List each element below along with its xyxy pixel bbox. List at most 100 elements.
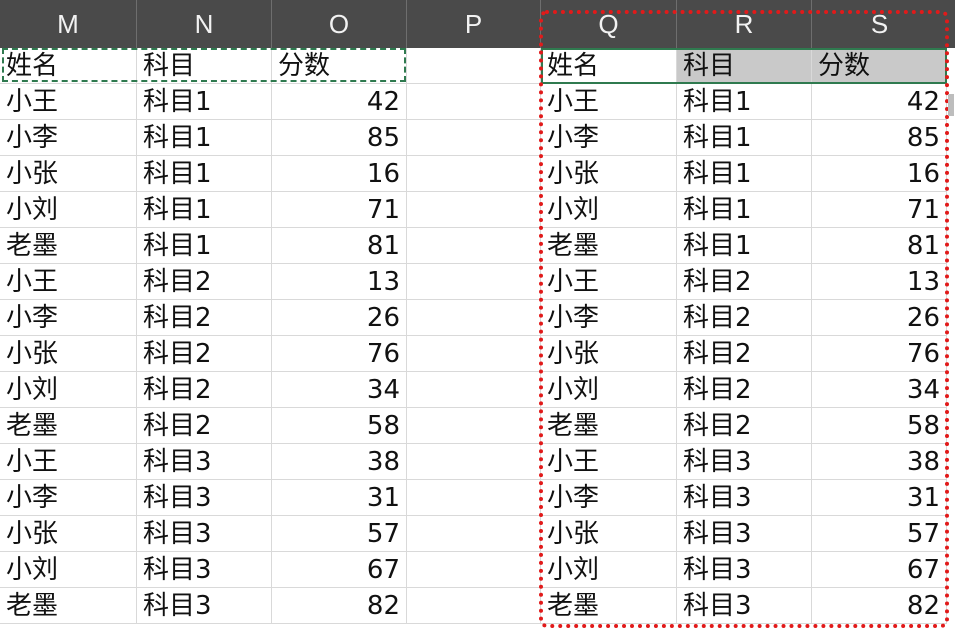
cell-subject[interactable]: 科目3 xyxy=(137,444,272,480)
cell-score[interactable]: 82 xyxy=(812,588,947,624)
cell-name[interactable]: 小王 xyxy=(0,444,137,480)
cell-name[interactable]: 小王 xyxy=(541,264,677,300)
cell-name[interactable]: 小刘 xyxy=(0,552,137,588)
cell-name[interactable]: 小李 xyxy=(541,480,677,516)
cell-subject[interactable]: 科目2 xyxy=(677,336,812,372)
cell-empty[interactable] xyxy=(407,84,541,120)
cell-score[interactable]: 67 xyxy=(812,552,947,588)
cell-score[interactable]: 31 xyxy=(272,480,407,516)
cell-score[interactable]: 34 xyxy=(812,372,947,408)
cell-empty[interactable] xyxy=(407,156,541,192)
cell-empty[interactable] xyxy=(407,480,541,516)
cell-score[interactable]: 13 xyxy=(812,264,947,300)
cell-subject[interactable]: 科目1 xyxy=(137,192,272,228)
cell-name[interactable]: 老墨 xyxy=(541,228,677,264)
cell-score[interactable]: 76 xyxy=(272,336,407,372)
cell-score[interactable]: 38 xyxy=(812,444,947,480)
cell-subject[interactable]: 科目1 xyxy=(677,228,812,264)
cell-name[interactable]: 小张 xyxy=(0,336,137,372)
cell-subject[interactable]: 科目2 xyxy=(677,372,812,408)
cell-score[interactable]: 26 xyxy=(812,300,947,336)
cell-name[interactable]: 小王 xyxy=(541,84,677,120)
cell-score[interactable]: 26 xyxy=(272,300,407,336)
cell-score[interactable]: 71 xyxy=(272,192,407,228)
cell-name[interactable]: 小刘 xyxy=(541,552,677,588)
cell-subject[interactable]: 科目2 xyxy=(677,408,812,444)
cell-header-name[interactable]: 姓名 xyxy=(541,48,677,84)
cell-subject[interactable]: 科目3 xyxy=(137,516,272,552)
cell-score[interactable]: 82 xyxy=(272,588,407,624)
cell-score[interactable]: 76 xyxy=(812,336,947,372)
cell-score[interactable]: 81 xyxy=(272,228,407,264)
cell-empty[interactable] xyxy=(407,516,541,552)
column-header-s[interactable]: S xyxy=(812,0,947,48)
cell-subject[interactable]: 科目2 xyxy=(137,408,272,444)
cell-score[interactable]: 42 xyxy=(812,84,947,120)
cell-name[interactable]: 小刘 xyxy=(0,192,137,228)
cell-name[interactable]: 小李 xyxy=(0,480,137,516)
cell-subject[interactable]: 科目3 xyxy=(677,516,812,552)
column-header-m[interactable]: M xyxy=(0,0,137,48)
cell-name[interactable]: 小刘 xyxy=(541,372,677,408)
cell-score[interactable]: 57 xyxy=(812,516,947,552)
cell-score[interactable]: 16 xyxy=(272,156,407,192)
cell-empty[interactable] xyxy=(407,300,541,336)
cell-subject[interactable]: 科目3 xyxy=(677,588,812,624)
cell-subject[interactable]: 科目1 xyxy=(677,120,812,156)
cell-subject[interactable]: 科目2 xyxy=(677,300,812,336)
cell-name[interactable]: 小李 xyxy=(0,300,137,336)
cell-name[interactable]: 老墨 xyxy=(541,408,677,444)
cell-score[interactable]: 58 xyxy=(812,408,947,444)
cell-empty[interactable] xyxy=(407,372,541,408)
column-header-p[interactable]: P xyxy=(407,0,541,48)
cell-empty[interactable] xyxy=(407,120,541,156)
cell-subject[interactable]: 科目1 xyxy=(137,156,272,192)
cell-empty[interactable] xyxy=(407,48,541,84)
cell-name[interactable]: 小刘 xyxy=(541,192,677,228)
cell-name[interactable]: 小张 xyxy=(541,516,677,552)
cell-name[interactable]: 老墨 xyxy=(0,408,137,444)
cell-score[interactable]: 57 xyxy=(272,516,407,552)
cell-header-name[interactable]: 姓名 xyxy=(0,48,137,84)
cell-name[interactable]: 小李 xyxy=(541,300,677,336)
cell-score[interactable]: 85 xyxy=(812,120,947,156)
cell-subject[interactable]: 科目2 xyxy=(137,264,272,300)
cell-header-score[interactable]: 分数 xyxy=(812,48,947,84)
cell-empty[interactable] xyxy=(407,192,541,228)
cell-score[interactable]: 81 xyxy=(812,228,947,264)
cell-subject[interactable]: 科目2 xyxy=(677,264,812,300)
cell-subject[interactable]: 科目3 xyxy=(677,444,812,480)
cell-subject[interactable]: 科目3 xyxy=(137,480,272,516)
cell-subject[interactable]: 科目1 xyxy=(677,192,812,228)
scrollbar-handle[interactable] xyxy=(948,94,954,116)
cell-score[interactable]: 85 xyxy=(272,120,407,156)
cell-name[interactable]: 老墨 xyxy=(0,588,137,624)
cell-subject[interactable]: 科目1 xyxy=(677,84,812,120)
cell-name[interactable]: 老墨 xyxy=(0,228,137,264)
cell-score[interactable]: 42 xyxy=(272,84,407,120)
cell-name[interactable]: 小张 xyxy=(541,156,677,192)
cell-subject[interactable]: 科目3 xyxy=(137,588,272,624)
cell-empty[interactable] xyxy=(407,228,541,264)
column-header-n[interactable]: N xyxy=(137,0,272,48)
column-header-o[interactable]: O xyxy=(272,0,407,48)
cell-name[interactable]: 小王 xyxy=(0,264,137,300)
cell-score[interactable]: 58 xyxy=(272,408,407,444)
cell-subject[interactable]: 科目1 xyxy=(677,156,812,192)
cell-subject[interactable]: 科目3 xyxy=(677,552,812,588)
cell-empty[interactable] xyxy=(407,552,541,588)
cell-score[interactable]: 71 xyxy=(812,192,947,228)
cell-header-score[interactable]: 分数 xyxy=(272,48,407,84)
cell-score[interactable]: 13 xyxy=(272,264,407,300)
cell-score[interactable]: 67 xyxy=(272,552,407,588)
cell-subject[interactable]: 科目1 xyxy=(137,120,272,156)
cell-subject[interactable]: 科目1 xyxy=(137,228,272,264)
cell-name[interactable]: 小李 xyxy=(541,120,677,156)
cell-name[interactable]: 小张 xyxy=(0,516,137,552)
column-header-r[interactable]: R xyxy=(677,0,812,48)
cell-empty[interactable] xyxy=(407,588,541,624)
cell-name[interactable]: 小刘 xyxy=(0,372,137,408)
column-header-q[interactable]: Q xyxy=(541,0,677,48)
cell-empty[interactable] xyxy=(407,444,541,480)
cell-subject[interactable]: 科目3 xyxy=(137,552,272,588)
